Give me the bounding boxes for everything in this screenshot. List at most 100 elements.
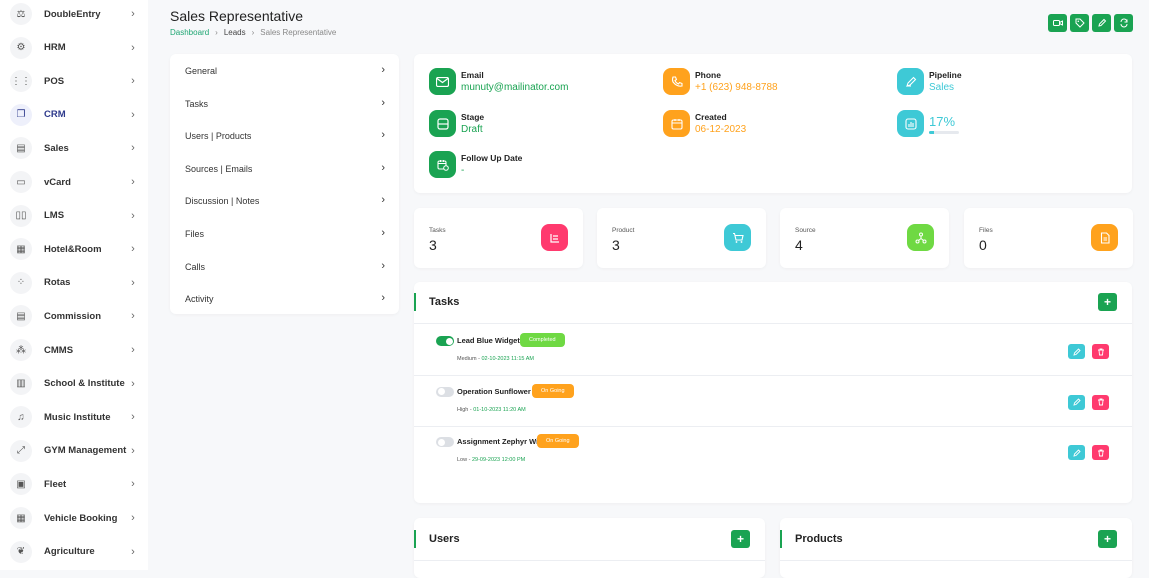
sidebar-item[interactable]: ❐ CRM › bbox=[10, 102, 138, 128]
products-header-divider bbox=[780, 560, 1132, 561]
layers-icon: ❐ bbox=[10, 103, 32, 126]
chevron-right-icon: › bbox=[131, 478, 135, 491]
email-info: Email munuty@mailinator.com bbox=[429, 68, 568, 95]
edit-button[interactable] bbox=[1092, 14, 1111, 32]
sidebar-item[interactable]: ♫ Music Institute › bbox=[10, 404, 138, 430]
pipeline-label: Pipeline bbox=[929, 70, 962, 80]
menu-item[interactable]: Tasks › bbox=[185, 97, 385, 109]
progress-fill bbox=[929, 130, 935, 134]
menu-item[interactable]: Calls › bbox=[185, 260, 385, 272]
stat-card: Product 3 bbox=[597, 208, 766, 268]
sidebar-item[interactable]: ⁂ CMMS › bbox=[10, 337, 138, 363]
add-task-button[interactable]: + bbox=[1098, 293, 1117, 311]
menu-item-label: Users | Products bbox=[185, 131, 252, 142]
sidebar-item-label: Vehicle Booking bbox=[44, 512, 118, 524]
edit-task-button[interactable] bbox=[1068, 344, 1085, 359]
menu-item[interactable]: General › bbox=[185, 65, 385, 77]
menu-item[interactable]: Files › bbox=[185, 228, 385, 240]
created-info: Created 06-12-2023 bbox=[663, 110, 746, 137]
sidebar-item[interactable]: ▣ Fleet › bbox=[10, 471, 138, 497]
task-toggle[interactable] bbox=[436, 386, 454, 397]
menu-item[interactable]: Discussion | Notes › bbox=[185, 194, 385, 207]
building-icon: ▦ bbox=[10, 238, 32, 261]
task-meta: High - 01-10-2023 11:20 AM bbox=[457, 406, 526, 413]
users-card: Users + bbox=[414, 518, 765, 578]
sidebar-item-label: LMS bbox=[44, 210, 65, 222]
video-button[interactable] bbox=[1048, 14, 1067, 32]
delete-task-button[interactable] bbox=[1092, 394, 1109, 410]
task-toggle[interactable] bbox=[436, 336, 454, 346]
sidebar-item[interactable]: ▭ vCard › bbox=[10, 169, 138, 195]
stat-card: Source 4 bbox=[780, 208, 949, 268]
sidebar-item[interactable]: ⁘ Rotas › bbox=[10, 270, 138, 296]
stat-label: Product bbox=[612, 227, 635, 234]
progress-info: 17% bbox=[897, 110, 959, 137]
task-meta: Low - 29-09-2023 12:00 PM bbox=[457, 457, 526, 463]
menu-item[interactable]: Activity › bbox=[185, 293, 385, 305]
label-button[interactable] bbox=[1070, 14, 1089, 32]
edit-task-button[interactable] bbox=[1068, 394, 1085, 410]
menu-item[interactable]: Users | Products › bbox=[185, 129, 385, 142]
menu-item[interactable]: Sources | Emails › bbox=[185, 162, 385, 174]
breadcrumb-leads[interactable]: Leads bbox=[224, 28, 246, 37]
sidebar-item-label: Music Institute bbox=[44, 411, 111, 423]
mail-icon bbox=[429, 68, 456, 95]
tasks-card: Tasks + Lead Blue Widget Completed Medium … bbox=[414, 282, 1132, 503]
add-product-button[interactable]: + bbox=[1098, 530, 1117, 548]
chevron-right-icon: › bbox=[381, 129, 385, 142]
sidebar-item[interactable]: ▥ School & Institute › bbox=[10, 371, 138, 397]
chevron-right-icon: › bbox=[131, 41, 135, 54]
sidebar-item[interactable]: ▤ Sales › bbox=[10, 135, 138, 161]
calendar-clock-icon bbox=[429, 151, 456, 178]
sidebar-item[interactable]: ⚙ HRM › bbox=[10, 35, 138, 61]
sidebar-item-label: CRM bbox=[44, 109, 66, 121]
sidebar-item-label: Hotel&Room bbox=[44, 243, 102, 255]
status-badge: On Going bbox=[532, 383, 574, 398]
receipt-icon: ▤ bbox=[10, 305, 32, 328]
plus-icon: + bbox=[1103, 532, 1111, 546]
users-header-divider bbox=[414, 560, 765, 561]
chevron-right-icon: › bbox=[131, 176, 135, 188]
sidebar-item-label: GYM Management bbox=[44, 445, 127, 457]
stat-value: 0 bbox=[979, 237, 987, 253]
task-toggle[interactable] bbox=[436, 437, 454, 447]
stage-icon bbox=[429, 110, 456, 137]
tasks-accent bbox=[414, 293, 416, 311]
phone-label: Phone bbox=[695, 70, 721, 80]
dumbbell-icon: ⤢ bbox=[10, 439, 32, 462]
pencil-icon bbox=[1072, 398, 1081, 406]
sidebar-item-label: vCard bbox=[44, 176, 71, 188]
sidebar-item[interactable]: ▦ Vehicle Booking › bbox=[10, 505, 138, 531]
sidebar-item[interactable]: ▦ Hotel&Room › bbox=[10, 236, 138, 262]
menu-item-label: General bbox=[185, 66, 218, 76]
sidebar-item[interactable]: ⚖ DoubleEntry › bbox=[10, 1, 138, 27]
stat-card: Files 0 bbox=[964, 208, 1133, 268]
sidebar-item-label: DoubleEntry bbox=[44, 8, 101, 20]
chevron-right-icon: › bbox=[131, 310, 135, 323]
chart-icon bbox=[897, 110, 924, 137]
edit-task-button[interactable] bbox=[1068, 445, 1085, 460]
sidebar-item[interactable]: ▯▯ LMS › bbox=[10, 203, 138, 229]
created-value: 06-12-2023 bbox=[695, 124, 747, 135]
sidebar-item[interactable]: ▤ Commission › bbox=[10, 303, 138, 329]
convert-button[interactable] bbox=[1114, 14, 1133, 32]
scale-icon: ⚖ bbox=[10, 3, 32, 25]
sidebar-item-label: Sales bbox=[44, 142, 69, 154]
trash-icon bbox=[1097, 348, 1104, 355]
delete-task-button[interactable] bbox=[1092, 445, 1109, 460]
add-user-button[interactable]: + bbox=[731, 530, 750, 548]
delete-task-button[interactable] bbox=[1092, 344, 1109, 359]
progress-value: 17% bbox=[929, 113, 956, 129]
sidebar-item[interactable]: ⋮⋮ POS › bbox=[10, 68, 138, 94]
toolbar bbox=[1048, 14, 1133, 32]
breadcrumb-dashboard[interactable]: Dashboard bbox=[170, 28, 209, 37]
chevron-right-icon: › bbox=[381, 194, 385, 207]
sidebar-item[interactable]: ❦ Agriculture › bbox=[10, 539, 138, 565]
page-title: Sales Representative bbox=[170, 8, 304, 24]
sidebar-item[interactable]: ⤢ GYM Management › bbox=[10, 438, 138, 464]
chevron-right-icon: › bbox=[131, 243, 135, 256]
products-title: Products bbox=[795, 533, 843, 545]
plant-icon: ❦ bbox=[10, 540, 32, 563]
stat-label: Source bbox=[795, 227, 816, 234]
sidebar-item-label: Commission bbox=[44, 310, 102, 322]
